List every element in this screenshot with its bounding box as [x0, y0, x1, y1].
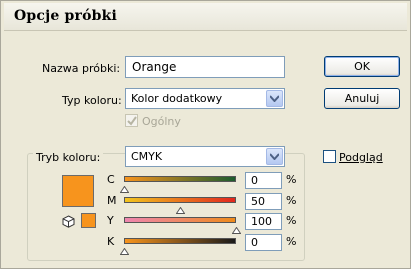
channel-value-input-y[interactable]: 100 [245, 213, 282, 230]
ok-button[interactable]: OK [324, 56, 400, 77]
channel-value: 100 [251, 215, 272, 228]
channel-value: 0 [251, 236, 258, 249]
channel-label-m: M [107, 194, 117, 207]
channel-label-k: K [107, 235, 115, 248]
color-mode-value: CMYK [131, 150, 163, 163]
title-bar: Opcje próbki [4, 3, 407, 31]
channel-value-input-k[interactable]: 0 [245, 234, 282, 251]
color-mode-label: Tryb koloru: [33, 151, 104, 164]
channel-value-input-m[interactable]: 50 [245, 193, 282, 210]
chevron-down-icon[interactable] [266, 148, 283, 165]
swatch-options-dialog: Opcje próbki Nazwa próbki: Orange Typ ko… [0, 0, 411, 269]
global-checkbox[interactable] [125, 114, 138, 127]
preview-label: Podgląd [339, 151, 383, 164]
percent-unit: % [286, 235, 297, 248]
color-type-label: Typ koloru: [62, 94, 122, 107]
color-preview-swatch [62, 175, 94, 207]
channel-label-c: C [107, 173, 115, 186]
gamut-correct-swatch[interactable] [81, 213, 96, 228]
color-type-select[interactable]: Kolor dodatkowy [125, 88, 285, 109]
color-type-value: Kolor dodatkowy [131, 92, 223, 105]
channel-value: 0 [251, 174, 258, 187]
color-mode-select[interactable]: CMYK [125, 146, 285, 167]
percent-unit: % [286, 173, 297, 186]
percent-unit: % [286, 194, 297, 207]
channel-label-y: Y [107, 214, 114, 227]
slider-track-y[interactable] [124, 217, 236, 223]
channel-value-input-c[interactable]: 0 [245, 172, 282, 189]
channel-value: 50 [251, 195, 265, 208]
swatch-name-input[interactable]: Orange [125, 56, 285, 78]
swatch-name-value: Orange [132, 60, 177, 74]
swatch-name-label: Nazwa próbki: [42, 62, 121, 75]
percent-unit: % [286, 214, 297, 227]
slider-track-k[interactable] [124, 238, 236, 244]
chevron-down-icon[interactable] [266, 90, 283, 107]
slider-track-c[interactable] [124, 176, 236, 182]
preview-checkbox[interactable] [323, 150, 336, 163]
global-label: Ogólny [142, 115, 181, 128]
out-of-gamut-cube-icon[interactable] [62, 215, 75, 231]
dialog-title: Opcje próbki [14, 8, 118, 24]
cancel-button[interactable]: Anuluj [324, 88, 400, 109]
slider-track-m[interactable] [124, 197, 236, 203]
